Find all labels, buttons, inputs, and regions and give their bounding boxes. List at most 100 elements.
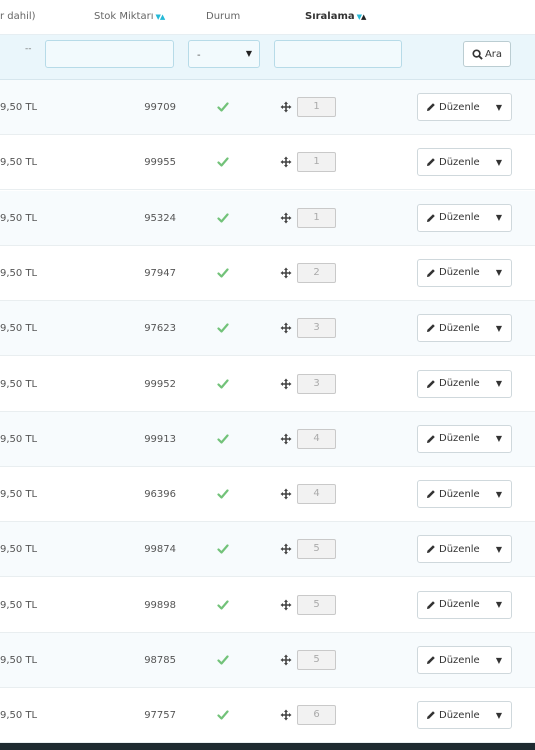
table-row[interactable]: 9,50 TL 97947 2 Düzenle ▼: [0, 245, 535, 301]
position-field[interactable]: 1: [297, 152, 336, 173]
caret-down-icon: ▼: [495, 213, 503, 223]
check-icon[interactable]: [217, 267, 229, 279]
edit-dropdown-toggle[interactable]: ▼: [487, 205, 511, 231]
edit-button[interactable]: Düzenle: [418, 371, 487, 397]
position-field[interactable]: 3: [297, 373, 336, 394]
position-field[interactable]: 5: [297, 650, 336, 670]
position-field[interactable]: 2: [297, 262, 336, 283]
position-field[interactable]: 4: [297, 428, 336, 449]
caret-down-icon: ▼: [495, 268, 503, 278]
table-row[interactable]: 9,50 TL 97757 6 Düzenle ▼: [0, 688, 535, 744]
check-icon[interactable]: [217, 709, 229, 721]
drag-handle-icon[interactable]: [280, 267, 292, 279]
price-cell: 9,50 TL: [0, 212, 38, 224]
position-field[interactable]: 1: [297, 207, 336, 228]
table-row[interactable]: 9,50 TL 99898 5 Düzenle ▼: [0, 577, 535, 633]
status-filter-value: -: [197, 50, 201, 61]
position-field[interactable]: 1: [297, 97, 336, 117]
check-icon[interactable]: [217, 378, 229, 390]
drag-handle-icon[interactable]: [280, 654, 292, 666]
check-icon[interactable]: [217, 212, 229, 224]
edit-dropdown-toggle[interactable]: ▼: [487, 536, 511, 562]
check-icon[interactable]: [217, 599, 229, 611]
edit-dropdown-toggle[interactable]: ▼: [487, 481, 511, 507]
sort-arrows-icon[interactable]: ▼▲: [357, 13, 367, 21]
edit-dropdown-toggle[interactable]: ▼: [487, 315, 511, 341]
drag-handle-icon[interactable]: [280, 101, 292, 113]
stock-cell: 95324: [144, 212, 176, 224]
edit-dropdown-toggle[interactable]: ▼: [487, 94, 511, 120]
position-field[interactable]: 6: [297, 705, 336, 726]
edit-button[interactable]: Düzenle: [418, 260, 487, 286]
table-row[interactable]: 9,50 TL 99709 1 Düzenle ▼: [0, 80, 535, 135]
drag-handle-icon[interactable]: [280, 378, 292, 390]
edit-dropdown-toggle[interactable]: ▼: [487, 260, 511, 286]
position-field[interactable]: 4: [297, 484, 336, 505]
check-icon[interactable]: [217, 543, 229, 555]
table-row[interactable]: 9,50 TL 98785 5 Düzenle ▼: [0, 633, 535, 688]
table-row[interactable]: 9,50 TL 99913 4 Düzenle ▼: [0, 411, 535, 467]
edit-dropdown-toggle[interactable]: ▼: [487, 149, 511, 175]
stock-cell: 99898: [144, 599, 176, 611]
caret-down-icon: ▼: [495, 710, 503, 720]
edit-dropdown-toggle[interactable]: ▼: [487, 592, 511, 618]
stock-cell: 99709: [144, 102, 176, 113]
stock-filter-input[interactable]: [45, 40, 174, 68]
check-icon[interactable]: [217, 322, 229, 334]
check-icon[interactable]: [217, 101, 229, 113]
edit-dropdown-toggle[interactable]: ▼: [487, 702, 511, 728]
edit-button[interactable]: Düzenle: [418, 592, 487, 618]
table-row[interactable]: 9,50 TL 95324 1 Düzenle ▼: [0, 190, 535, 246]
edit-button[interactable]: Düzenle: [418, 94, 487, 120]
drag-handle-icon[interactable]: [280, 433, 292, 445]
price-cell: 9,50 TL: [0, 544, 38, 556]
edit-button[interactable]: Düzenle: [418, 702, 487, 728]
price-cell: 9,50 TL: [0, 157, 38, 169]
drag-handle-icon[interactable]: [280, 212, 292, 224]
column-header-stock[interactable]: Stok Miktarı ▼▲: [94, 11, 166, 22]
caret-down-icon: ▼: [495, 655, 503, 665]
edit-button[interactable]: Düzenle: [418, 481, 487, 507]
position-field[interactable]: 5: [297, 594, 336, 615]
drag-handle-icon[interactable]: [280, 322, 292, 334]
stock-cell: 99874: [144, 544, 176, 556]
order-filter-input[interactable]: [274, 40, 402, 68]
edit-dropdown-toggle[interactable]: ▼: [487, 426, 511, 452]
position-field[interactable]: 5: [297, 539, 336, 560]
table-row[interactable]: 9,50 TL 99955 1 Düzenle ▼: [0, 135, 535, 191]
position-field[interactable]: 3: [297, 318, 336, 339]
table-header: r dahil) Stok Miktarı ▼▲ Durum Sıralama ▼▲: [0, 0, 535, 35]
edit-button-group: Düzenle ▼: [417, 369, 512, 398]
drag-handle-icon[interactable]: [280, 156, 292, 168]
edit-button-label: Düzenle: [439, 709, 480, 721]
edit-button[interactable]: Düzenle: [418, 536, 487, 562]
edit-button[interactable]: Düzenle: [418, 426, 487, 452]
search-button[interactable]: Ara: [463, 41, 511, 67]
sort-arrows-icon[interactable]: ▼▲: [156, 13, 166, 21]
check-icon[interactable]: [217, 654, 229, 666]
table-row[interactable]: 9,50 TL 96396 4 Düzenle ▼: [0, 467, 535, 523]
check-icon[interactable]: [217, 488, 229, 500]
search-icon: [472, 48, 483, 60]
edit-dropdown-toggle[interactable]: ▼: [487, 647, 511, 673]
drag-handle-icon[interactable]: [280, 709, 292, 721]
edit-button-group: Düzenle ▼: [417, 314, 512, 343]
drag-handle-icon[interactable]: [280, 488, 292, 500]
check-icon[interactable]: [217, 156, 229, 168]
check-icon[interactable]: [217, 433, 229, 445]
edit-button-group: Düzenle ▼: [417, 424, 512, 453]
table-row[interactable]: 9,50 TL 99874 5 Düzenle ▼: [0, 522, 535, 578]
edit-button[interactable]: Düzenle: [418, 315, 487, 341]
drag-handle-icon[interactable]: [280, 599, 292, 611]
column-header-order[interactable]: Sıralama ▼▲: [305, 11, 367, 22]
table-row[interactable]: 9,50 TL 97623 3 Düzenle ▼: [0, 301, 535, 357]
filter-placeholder-dash: --: [25, 44, 32, 54]
status-filter-select[interactable]: - ▼: [188, 40, 260, 68]
edit-dropdown-toggle[interactable]: ▼: [487, 371, 511, 397]
edit-button[interactable]: Düzenle: [418, 647, 487, 673]
table-row[interactable]: 9,50 TL 99952 3 Düzenle ▼: [0, 356, 535, 412]
edit-button[interactable]: Düzenle: [418, 205, 487, 231]
edit-button[interactable]: Düzenle: [418, 149, 487, 175]
drag-handle-icon[interactable]: [280, 543, 292, 555]
pencil-icon: [427, 324, 435, 333]
